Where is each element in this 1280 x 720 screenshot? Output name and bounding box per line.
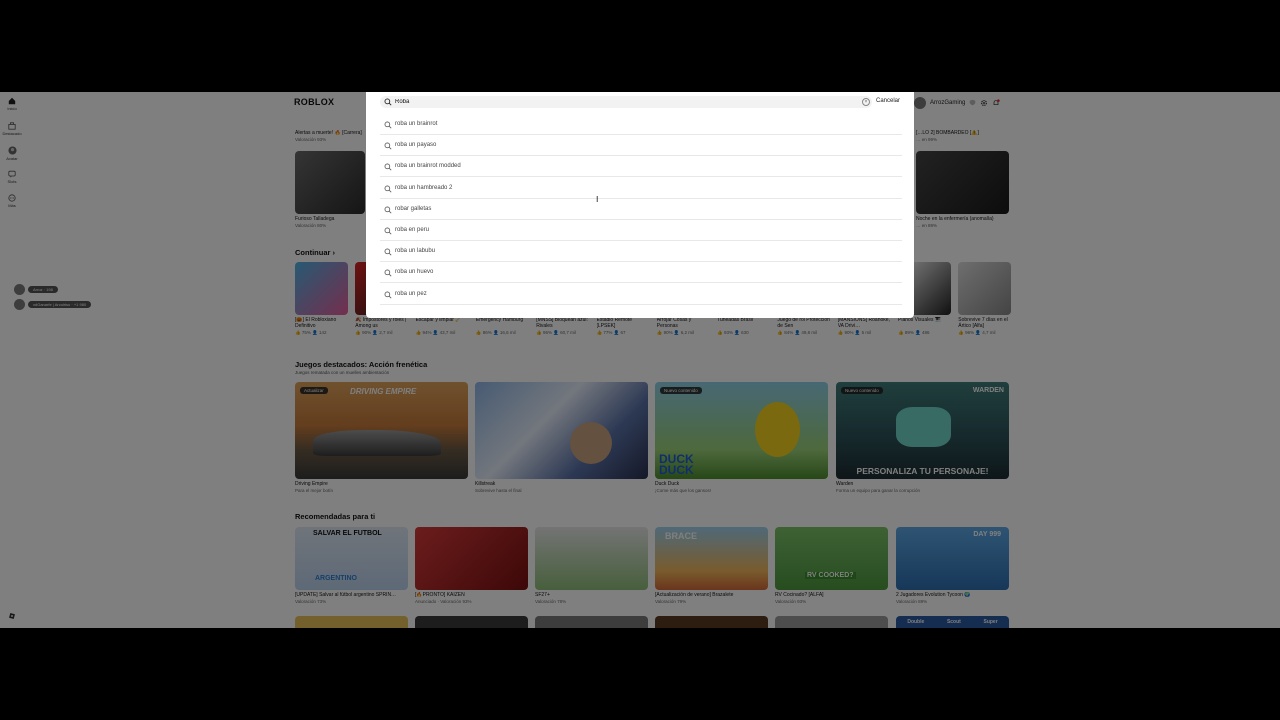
search-icon [384, 291, 392, 299]
search-icon [384, 98, 392, 106]
search-suggestion[interactable]: roba un pez [380, 284, 902, 305]
search-suggestion[interactable]: roba un brainrot modded [380, 156, 902, 178]
suggestion-text: roba un brainrot modded [395, 163, 461, 170]
suggestion-text: roba un brainrot [395, 121, 438, 127]
search-icon [384, 121, 392, 129]
search-dropdown: × Cancelar roba un brainrot roba un payas… [366, 92, 914, 318]
clear-search-icon[interactable]: × [862, 98, 870, 106]
search-icon [384, 142, 392, 150]
suggestion-text: roba un pez [395, 290, 427, 297]
suggestion-text: roba un hambreado 2 [395, 184, 453, 191]
suggestion-text: robar galletas [395, 205, 432, 212]
suggestion-text: roba un payaso [395, 142, 437, 149]
cancel-button[interactable]: Cancelar [876, 98, 900, 104]
suggestion-text: roba en peru [395, 227, 430, 233]
search-bar[interactable]: × [380, 96, 872, 108]
search-suggestion[interactable]: roba un payaso [380, 135, 902, 157]
roblox-home-page: Inicio Destacado Avatar Slots Más ROBLOX… [0, 92, 1280, 628]
search-icon [384, 227, 392, 235]
suggestion-text: roba un labubu [395, 248, 436, 255]
search-input[interactable] [395, 97, 795, 107]
search-suggestion[interactable]: robar galletas [380, 199, 902, 220]
search-suggestion[interactable]: roba un brainrot [380, 114, 902, 135]
text-cursor-icon: I [596, 195, 599, 204]
search-suggestion[interactable]: roba un labubu [380, 241, 902, 263]
search-icon [384, 269, 392, 277]
search-icon [384, 206, 392, 214]
search-suggestion[interactable]: roba un huevo [380, 262, 902, 284]
search-suggestion[interactable]: roba un hambreado 2 [380, 178, 902, 199]
suggestion-text: roba un huevo [395, 269, 434, 276]
search-icon [384, 185, 392, 193]
search-icon [384, 163, 392, 171]
search-suggestion[interactable]: roba en peru [380, 220, 902, 241]
search-icon [384, 248, 392, 256]
